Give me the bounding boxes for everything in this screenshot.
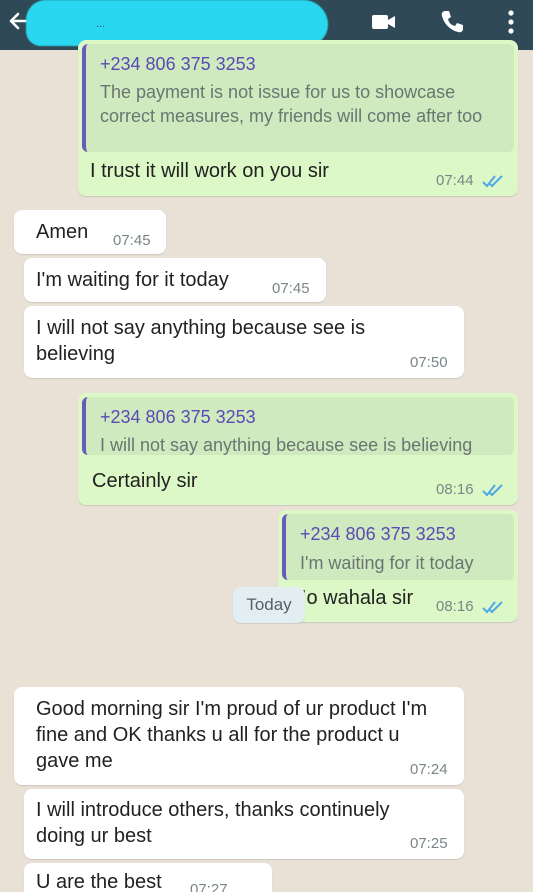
message-bubble-incoming[interactable]: I will introduce others, thanks continue… (24, 789, 464, 859)
video-call-icon[interactable] (367, 6, 399, 38)
message-time: 07:45 (113, 232, 151, 249)
message-text: I'm waiting for it today (36, 269, 229, 291)
message-time: 07:45 (272, 280, 310, 297)
message-text: Good morning sir I'm proud of ur product… (36, 698, 428, 772)
message-text: I will not say anything because see is b… (36, 317, 366, 365)
quoted-message[interactable]: +234 806 375 3253 The payment is not iss… (82, 44, 514, 152)
message-time: 07:25 (410, 835, 448, 852)
quoted-text: The payment is not issue for us to showc… (100, 82, 483, 126)
message-time: 07:27 (190, 881, 228, 892)
date-divider: Today (233, 587, 305, 623)
message-time: 08:16 (436, 481, 474, 498)
quoted-message[interactable]: +234 806 375 3253 I will not say anythin… (82, 397, 514, 455)
message-text: No wahala sir (292, 587, 414, 609)
read-receipt-icon (482, 484, 503, 497)
message-text: I will introduce others, thanks continue… (36, 799, 390, 847)
message-time: 07:50 (410, 354, 448, 371)
message-bubble-outgoing[interactable]: +234 806 375 3253 The payment is not iss… (78, 40, 518, 196)
read-receipt-icon (482, 175, 503, 188)
message-time: 07:44 (436, 172, 474, 189)
message-bubble-incoming[interactable]: I'm waiting for it today 07:45 (24, 258, 326, 302)
read-receipt-icon (482, 601, 503, 614)
message-text: Certainly sir (92, 470, 198, 492)
message-text: Amen (36, 221, 89, 243)
message-text: I trust it will work on you sir (90, 160, 329, 182)
message-text: U are the best (36, 871, 162, 892)
more-vert-icon[interactable] (495, 6, 527, 38)
quoted-sender: +234 806 375 3253 (100, 407, 256, 427)
message-time: 08:16 (436, 598, 474, 615)
contact-name[interactable]: ... (96, 18, 105, 30)
quoted-message[interactable]: +234 806 375 3253 I'm waiting for it tod… (282, 514, 514, 580)
quoted-sender: +234 806 375 3253 (300, 524, 456, 544)
message-bubble-incoming[interactable]: Amen 07:45 (14, 210, 166, 254)
message-bubble-incoming[interactable]: U are the best 07:27 (24, 863, 272, 892)
message-time: 07:24 (410, 761, 448, 778)
quoted-text: I'm waiting for it today (300, 553, 474, 573)
quoted-sender: +234 806 375 3253 (100, 54, 256, 74)
quoted-text: I will not say anything because see is b… (100, 435, 473, 455)
message-bubble-incoming[interactable]: Good morning sir I'm proud of ur product… (14, 687, 464, 785)
message-bubble-incoming[interactable]: I will not say anything because see is b… (24, 306, 464, 378)
phone-icon[interactable] (436, 6, 468, 38)
message-bubble-outgoing[interactable]: +234 806 375 3253 I will not say anythin… (78, 393, 518, 505)
message-bubble-outgoing[interactable]: +234 806 375 3253 I'm waiting for it tod… (278, 510, 518, 622)
